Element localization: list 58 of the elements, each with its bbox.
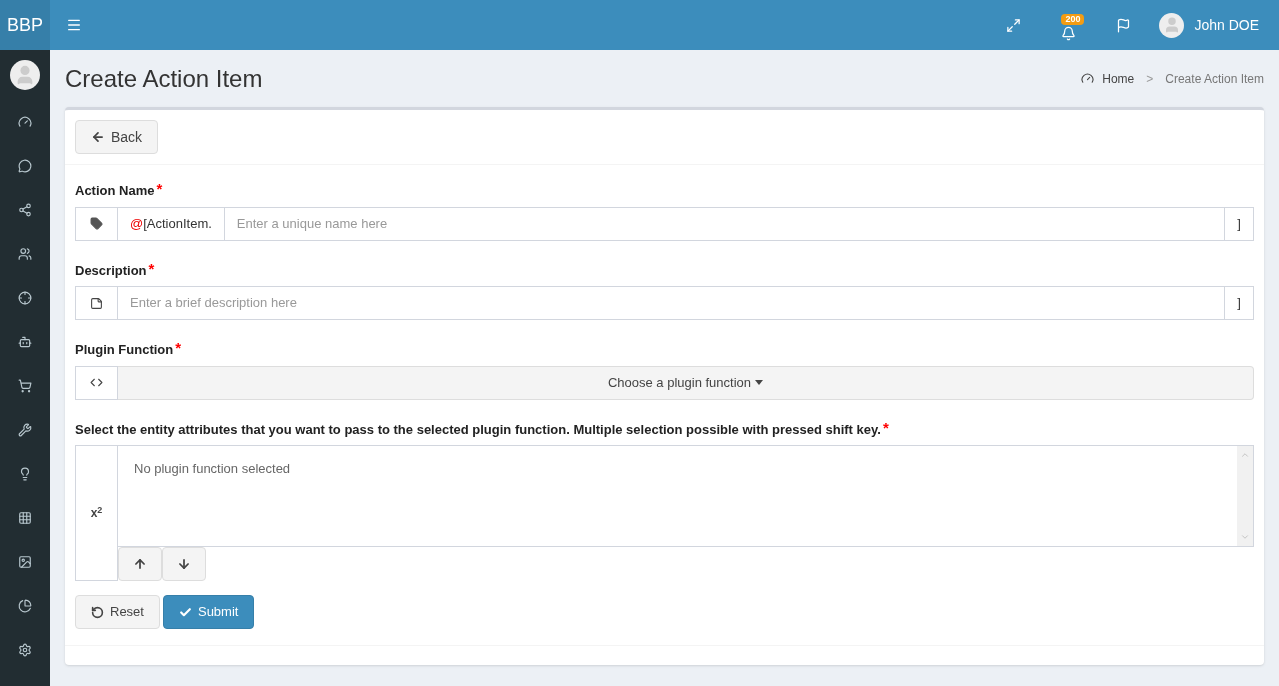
caret-icon <box>755 380 764 385</box>
empty-list-text: No plugin function selected <box>134 461 291 476</box>
brand-logo[interactable]: BBP <box>0 0 50 50</box>
user-avatar[interactable] <box>1159 12 1185 38</box>
reset-icon <box>91 605 104 619</box>
cart-icon <box>18 379 32 393</box>
submit-button[interactable]: Submit <box>162 595 255 629</box>
reset-button[interactable]: Reset <box>75 595 160 629</box>
page-title: Create Action Item <box>65 63 263 94</box>
check-icon <box>178 605 192 619</box>
user-name[interactable]: John DOE <box>1194 14 1259 36</box>
name-prefix: @[ActionItem. <box>118 206 225 241</box>
action-name-input[interactable]: Enter a unique name here <box>224 206 1225 241</box>
name-suffix: ] <box>1225 206 1254 241</box>
move-up-button[interactable] <box>118 547 162 581</box>
crosshair-icon <box>18 291 32 305</box>
attribute-list[interactable]: No plugin function selected <box>118 445 1254 547</box>
pie-chart-icon <box>18 599 32 613</box>
breadcrumb-separator: > <box>1145 70 1155 88</box>
image-icon <box>18 555 32 569</box>
field-label: Plugin Function <box>75 341 174 359</box>
user-avatar <box>10 60 40 90</box>
dashboard-icon <box>1081 72 1095 85</box>
lightbulb-icon <box>18 467 32 481</box>
flag-icon <box>1116 17 1132 33</box>
comment-icon <box>18 159 32 173</box>
description-input[interactable]: Enter a brief description here <box>118 286 1225 320</box>
breadcrumb-link[interactable]: Home <box>1102 69 1135 88</box>
notification-badge: 200 <box>1061 14 1085 25</box>
wrench-icon <box>18 423 32 437</box>
required-mark: * <box>156 181 163 196</box>
back-button[interactable]: Back <box>75 120 159 154</box>
arrow-up-icon <box>133 557 147 571</box>
notifications-button[interactable] <box>1061 25 1077 42</box>
tag-icon <box>90 217 103 230</box>
breadcrumb-current: Create Action Item <box>1165 70 1264 88</box>
dashboard-icon <box>18 115 32 129</box>
robot-icon <box>18 335 32 349</box>
users-icon <box>18 247 32 261</box>
note-icon <box>90 296 103 310</box>
plugin-function-dropdown[interactable]: Choose a plugin function <box>118 365 1254 400</box>
menu-button[interactable] <box>66 17 82 33</box>
arrow-down-icon <box>177 557 191 571</box>
bell-icon <box>1061 26 1077 41</box>
code-icon <box>90 376 103 389</box>
grid-icon <box>18 511 32 525</box>
description-suffix: ] <box>1225 286 1254 320</box>
move-down-button[interactable] <box>162 547 206 581</box>
fullscreen-icon <box>1006 17 1022 33</box>
required-mark: * <box>148 260 155 276</box>
field-label: Select the entity attributes that you want to pass to the selected plugin function. Multiple selection possible with pressed shift key. <box>75 420 881 439</box>
share-icon <box>18 203 32 217</box>
field-label: Description <box>75 261 147 280</box>
settings-icon <box>18 643 32 657</box>
required-mark: * <box>882 419 889 435</box>
required-mark: * <box>175 340 182 355</box>
field-label: Action Name <box>75 182 155 200</box>
superscript-label: x$^{2}$ <box>90 504 103 522</box>
